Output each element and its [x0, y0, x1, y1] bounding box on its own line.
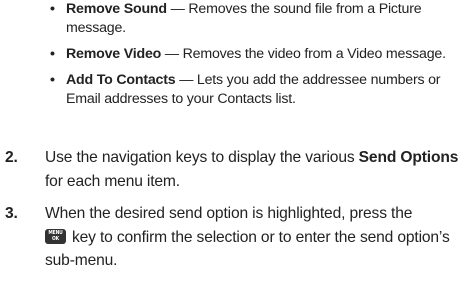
- instruction-steps: 2. Use the navigation keys to display th…: [0, 146, 473, 273]
- manual-page: • Remove Sound — Removes the sound file …: [0, 0, 473, 284]
- step-number: 3.: [5, 205, 18, 222]
- option-add-to-contacts: • Add To Contacts — Lets you add the add…: [50, 71, 470, 109]
- bullet-icon: •: [50, 72, 55, 88]
- step-text-before: When the desired send option is highligh…: [45, 205, 413, 222]
- send-options-list: • Remove Sound — Removes the sound file …: [50, 0, 470, 109]
- menu-ok-key-icon: MENU OK: [45, 228, 66, 244]
- step-number: 2.: [5, 149, 18, 166]
- option-term: Remove Video: [66, 46, 162, 62]
- step-2: 2. Use the navigation keys to display th…: [0, 146, 473, 193]
- option-remove-sound: • Remove Sound — Removes the sound file …: [50, 0, 470, 38]
- option-description: — Removes the video from a Video message…: [161, 46, 446, 62]
- step-text-before: Use the navigation keys to display the v…: [45, 149, 359, 166]
- key-label-bottom: OK: [51, 235, 59, 242]
- option-term: Add To Contacts: [66, 72, 176, 88]
- bullet-icon: •: [50, 46, 55, 62]
- option-remove-video: • Remove Video — Removes the video from …: [50, 45, 470, 64]
- key-label-top: MENU: [48, 229, 63, 236]
- bullet-icon: •: [50, 1, 55, 17]
- step-3: 3. When the desired send option is highl…: [0, 202, 473, 273]
- send-options-term: Send Options: [358, 149, 459, 166]
- option-term: Remove Sound: [66, 1, 167, 17]
- step-text-after: for each menu item.: [45, 172, 180, 190]
- step-text-after: key to confirm the selection or to enter…: [45, 228, 450, 270]
